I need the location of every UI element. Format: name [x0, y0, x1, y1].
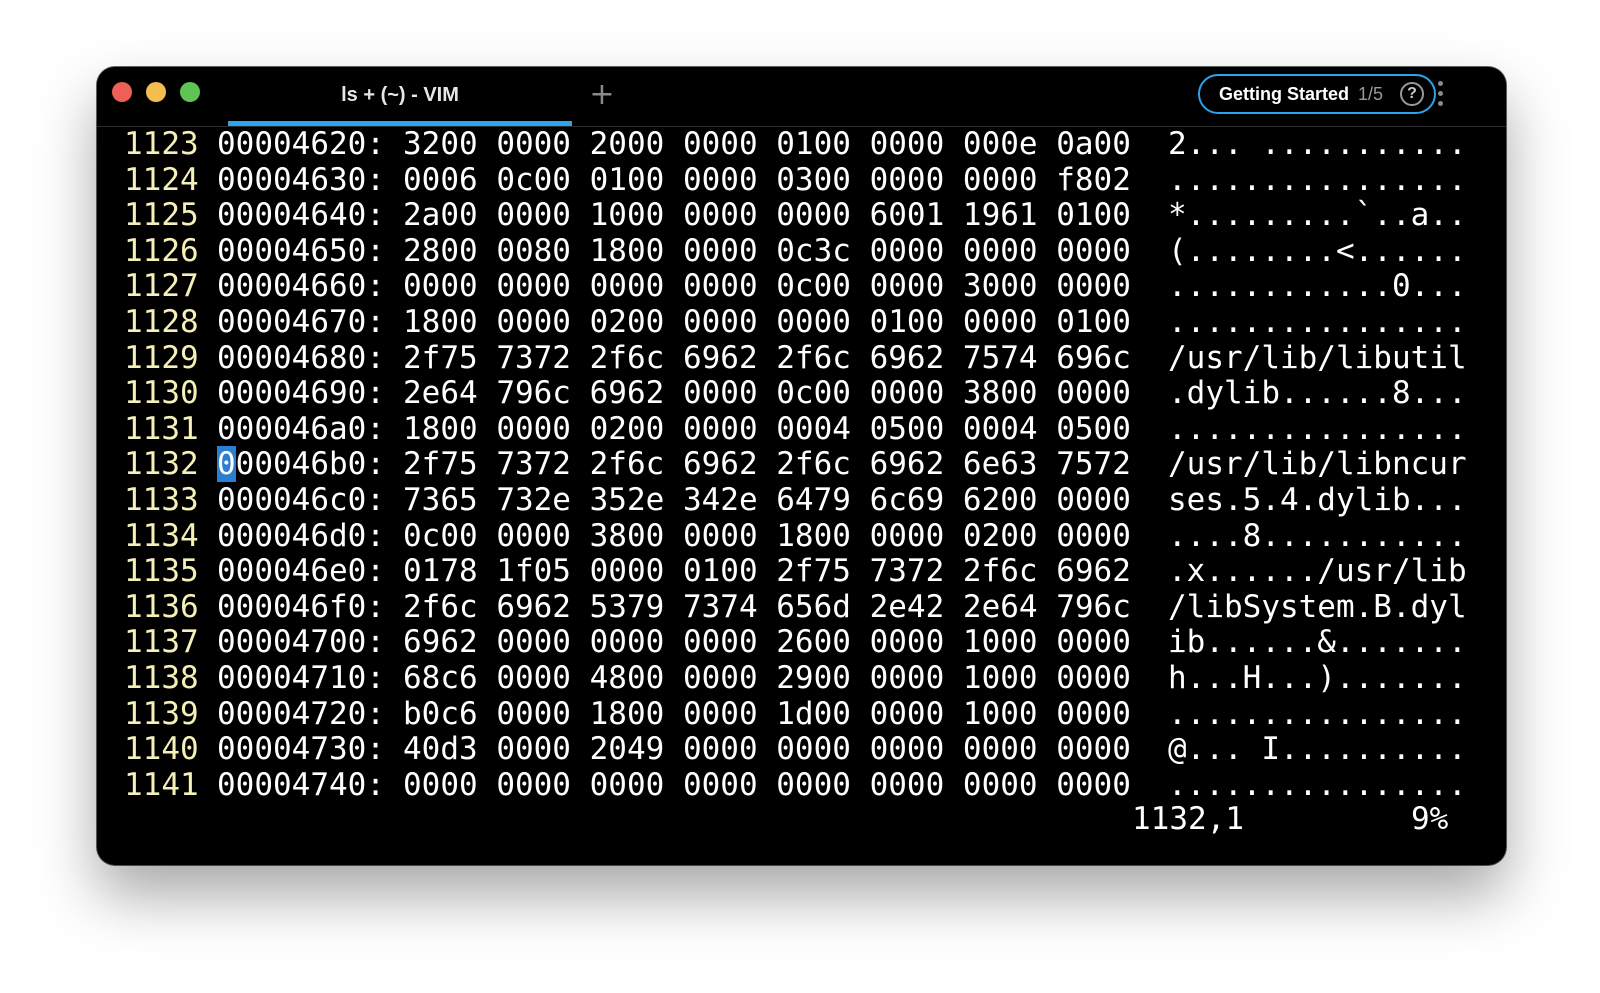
hex-offset: 00004670:: [217, 304, 385, 340]
hex-offset: 00004700:: [217, 624, 385, 661]
terminal-window: ls + (~) - VIM + Getting Started 1/5 ? 1…: [97, 67, 1506, 865]
hex-bytes: 7365 732e 352e 342e 6479 6c69 6200 0000: [403, 482, 1131, 518]
title-bar: ls + (~) - VIM + Getting Started 1/5 ?: [97, 67, 1506, 127]
hex-offset: 00004620:: [217, 126, 385, 162]
ascii-column: ses.5.4.dylib...: [1168, 482, 1467, 518]
getting-started-progress: 1/5: [1358, 83, 1384, 104]
ascii-column: ib......&.......: [1168, 624, 1467, 661]
hex-bytes: 2f75 7372 2f6c 6962 2f6c 6962 6e63 7572: [403, 446, 1131, 483]
text-cursor: 0: [217, 446, 236, 483]
help-icon[interactable]: ?: [1400, 82, 1424, 106]
line-number: 1141: [124, 766, 199, 803]
line-number: 1130: [124, 375, 199, 412]
hex-offset: 000046e0:: [217, 553, 385, 590]
ascii-column: ................: [1168, 161, 1467, 198]
line-number: 1126: [124, 232, 199, 269]
hex-bytes: 2f75 7372 2f6c 6962 2f6c 6962 7574 696c: [403, 339, 1131, 376]
hex-bytes: 0006 0c00 0100 0000 0300 0000 0000 f802: [403, 161, 1131, 198]
ascii-column: @... I..........: [1168, 731, 1467, 768]
line-number: 1123: [124, 126, 199, 162]
ascii-column: ................: [1168, 766, 1467, 803]
hex-offset: 000046b0:: [217, 446, 385, 483]
line-number: 1136: [124, 588, 199, 625]
ascii-column: *.........`..a..: [1168, 197, 1467, 234]
hex-bytes: 0c00 0000 3800 0000 1800 0000 0200 0000: [403, 517, 1131, 554]
hex-bytes: 2e64 796c 6962 0000 0c00 0000 3800 0000: [403, 375, 1131, 412]
more-options-icon[interactable]: [1433, 81, 1447, 111]
line-number: 1140: [124, 731, 199, 768]
ascii-column: .dylib......8...: [1168, 375, 1467, 412]
hex-bytes: 3200 0000 2000 0000 0100 0000 000e 0a00: [403, 126, 1131, 162]
hex-bytes: 0000 0000 0000 0000 0000 0000 0000 0000: [403, 766, 1131, 803]
hex-bytes: 2f6c 6962 5379 7374 656d 2e42 2e64 796c: [403, 588, 1131, 625]
ascii-column: (........<......: [1168, 232, 1467, 269]
ascii-column: /libSystem.B.dyl: [1168, 588, 1467, 625]
ascii-column: ....8...........: [1168, 517, 1467, 554]
hex-offset: 000046c0:: [217, 482, 385, 518]
line-number: 1134: [124, 517, 199, 554]
getting-started-button[interactable]: Getting Started 1/5 ?: [1198, 74, 1436, 114]
hex-offset-rest: 00046b0:: [235, 446, 385, 483]
line-number: 1125: [124, 197, 199, 234]
hex-offset: 00004690:: [217, 375, 385, 412]
hex-bytes: 68c6 0000 4800 0000 2900 0000 1000 0000: [403, 660, 1131, 696]
cursor-position: 1132,1: [1132, 801, 1244, 837]
ascii-column: ................: [1168, 410, 1467, 447]
getting-started-label: Getting Started: [1219, 83, 1350, 104]
hex-offset: 00004740:: [217, 766, 385, 803]
ascii-column: .x....../usr/lib: [1168, 553, 1467, 590]
ascii-column: h...H...).......: [1168, 660, 1467, 696]
scroll-percent: 9%: [1411, 801, 1449, 837]
hex-offset: 00004650:: [217, 232, 385, 269]
hex-bytes: 0178 1f05 0000 0100 2f75 7372 2f6c 6962: [403, 553, 1131, 590]
close-window-button[interactable]: [112, 82, 132, 102]
hex-bytes: 0000 0000 0000 0000 0c00 0000 3000 0000: [403, 268, 1131, 305]
tab-vim[interactable]: ls + (~) - VIM: [228, 67, 572, 126]
hex-offset: 000046f0:: [217, 588, 385, 625]
ascii-column: /usr/lib/libncur: [1168, 446, 1467, 483]
line-number: 1137: [124, 624, 199, 661]
hex-offset: 00004630:: [217, 161, 385, 198]
line-number: 1128: [124, 304, 199, 340]
line-number: 1132: [124, 446, 199, 483]
ascii-column: ............0...: [1168, 268, 1467, 305]
ascii-column: /usr/lib/libutil: [1168, 339, 1467, 376]
ascii-column: ................: [1168, 695, 1467, 732]
hex-bytes: 1800 0000 0200 0000 0000 0100 0000 0100: [403, 304, 1131, 340]
line-number: 1133: [124, 482, 199, 518]
new-tab-button[interactable]: +: [587, 80, 617, 111]
hex-offset: 00004730:: [217, 731, 385, 768]
hex-offset: 00004720:: [217, 695, 385, 732]
line-number: 1139: [124, 695, 199, 732]
tab-label: ls + (~) - VIM: [341, 84, 459, 106]
line-number: 1129: [124, 339, 199, 376]
line-number: 1124: [124, 161, 199, 198]
maximize-window-button[interactable]: [180, 82, 200, 102]
hex-offset: 000046a0:: [217, 410, 385, 447]
hex-offset: 00004660:: [217, 268, 385, 305]
hex-bytes: b0c6 0000 1800 0000 1d00 0000 1000 0000: [403, 695, 1131, 732]
ascii-column: 2... ...........: [1168, 126, 1467, 162]
hex-offset: 00004680:: [217, 339, 385, 376]
hex-offset: 00004640:: [217, 197, 385, 234]
hex-bytes: 2800 0080 1800 0000 0c3c 0000 0000 0000: [403, 232, 1131, 269]
hex-bytes: 6962 0000 0000 0000 2600 0000 1000 0000: [403, 624, 1131, 661]
line-number: 1131: [124, 410, 199, 447]
hex-bytes: 40d3 0000 2049 0000 0000 0000 0000 0000: [403, 731, 1131, 768]
line-number: 1138: [124, 660, 199, 696]
ascii-column: ................: [1168, 304, 1467, 340]
hex-bytes: 2a00 0000 1000 0000 0000 6001 1961 0100: [403, 197, 1131, 234]
line-number: 1127: [124, 268, 199, 305]
hex-bytes: 1800 0000 0200 0000 0004 0500 0004 0500: [403, 410, 1131, 447]
line-number: 1135: [124, 553, 199, 590]
hex-offset: 000046d0:: [217, 517, 385, 554]
hex-offset: 00004710:: [217, 660, 385, 696]
minimize-window-button[interactable]: [146, 82, 166, 102]
